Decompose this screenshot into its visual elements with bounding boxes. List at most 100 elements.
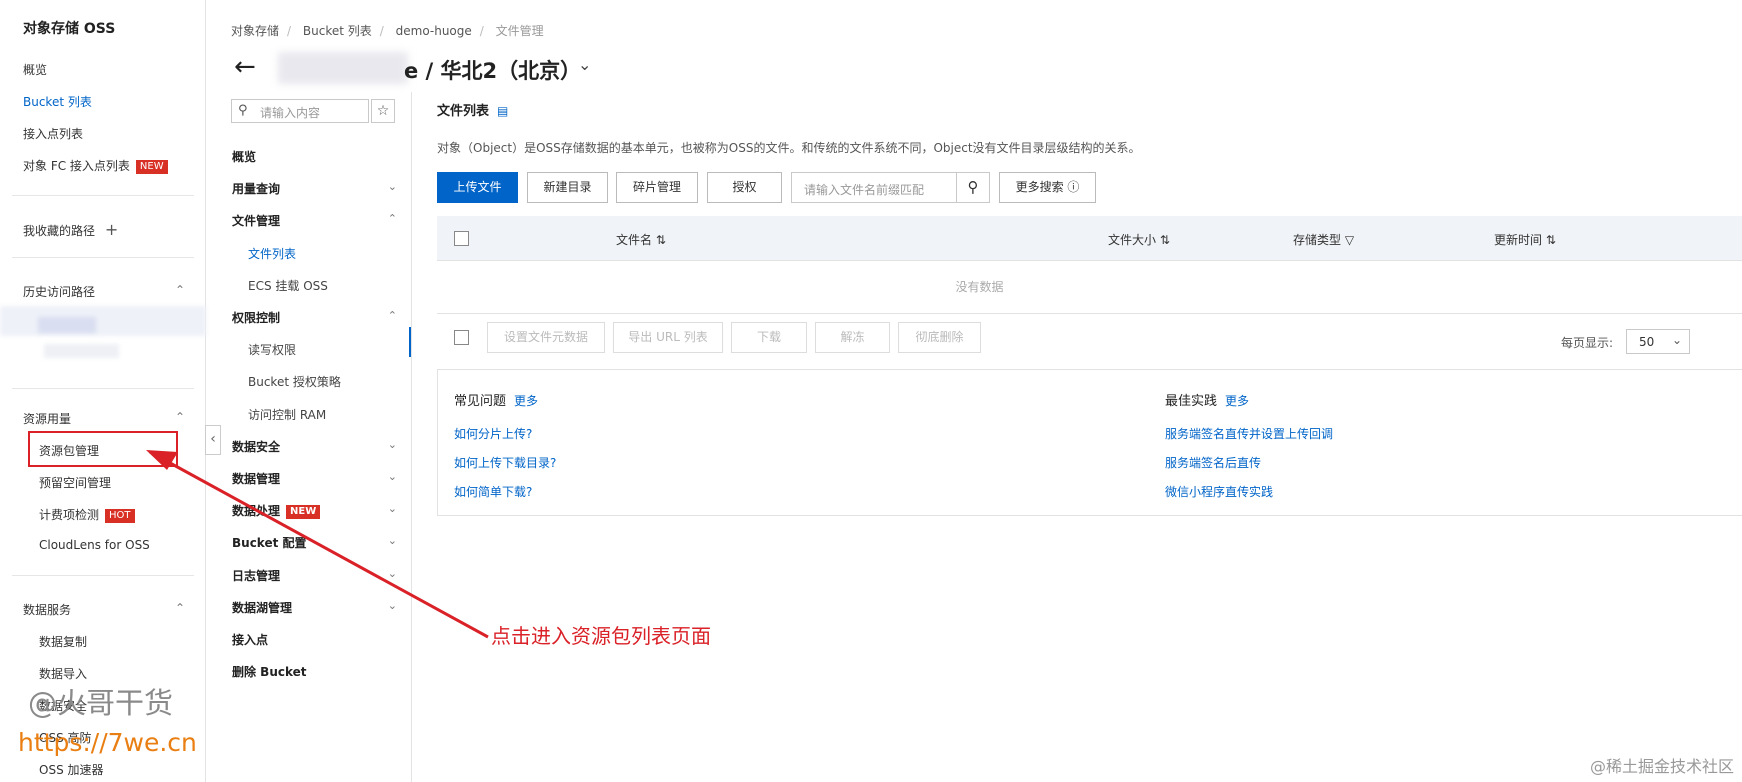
sidebar-section-resource[interactable]: 资源用量: [23, 410, 71, 427]
subnav-item[interactable]: 数据湖管理: [232, 599, 292, 616]
sidebar-item-reserved-space[interactable]: 预留空间管理: [39, 474, 111, 491]
subnav-item[interactable]: 权限控制: [232, 309, 280, 326]
download-button[interactable]: 下载: [731, 322, 807, 353]
bulk-select-checkbox[interactable]: [454, 330, 469, 345]
new-directory-button[interactable]: 新建目录: [527, 172, 608, 203]
best-practice-link[interactable]: 服务端签名直传并设置上传回调: [1165, 425, 1333, 442]
subnav-item[interactable]: 文件列表: [248, 245, 296, 262]
faq-link[interactable]: 如何简单下载?: [454, 483, 532, 500]
upload-file-button[interactable]: 上传文件: [437, 172, 518, 203]
sidebar-item-cloudlens[interactable]: CloudLens for OSS: [39, 538, 150, 552]
sidebar-favorites[interactable]: 我收藏的路径 +: [23, 220, 118, 239]
best-practice-more-link[interactable]: 更多: [1225, 394, 1249, 408]
column-header-filename[interactable]: 文件名 ⇅: [616, 231, 666, 248]
authorize-button[interactable]: 授权: [707, 172, 782, 203]
faq-title: 常见问题: [454, 394, 507, 409]
chevron-down-icon[interactable]: ⌄: [388, 438, 397, 451]
document-icon[interactable]: ▤: [497, 104, 508, 118]
chevron-down-icon[interactable]: ⌄: [388, 567, 397, 580]
subnav-item-label: 数据处理: [232, 504, 281, 518]
chevron-up-icon[interactable]: ⌃: [175, 601, 185, 615]
subnav-item[interactable]: 用量查询: [232, 180, 280, 197]
fragment-management-button[interactable]: 碎片管理: [616, 172, 698, 203]
history-label: 历史访问路径: [23, 285, 96, 299]
chevron-up-icon[interactable]: ⌃: [175, 283, 185, 297]
chevron-down-icon[interactable]: ⌄: [388, 599, 397, 612]
faq-link[interactable]: 如何上传下载目录?: [454, 454, 556, 471]
search-icon[interactable]: ⚲: [956, 172, 990, 203]
collapse-nav-icon[interactable]: ‹: [205, 425, 221, 455]
breadcrumb-item[interactable]: demo-huoge: [396, 24, 472, 38]
sidebar-history[interactable]: 历史访问路径: [23, 283, 95, 300]
set-metadata-button[interactable]: 设置文件元数据: [487, 322, 605, 353]
subnav-item[interactable]: 访问控制 RAM: [248, 406, 326, 423]
section-title-text: 文件列表: [437, 104, 490, 119]
section-label: 数据服务: [23, 603, 72, 617]
chevron-up-icon[interactable]: ⌃: [388, 309, 397, 322]
select-all-checkbox[interactable]: [454, 231, 469, 246]
sidebar-item-access-points[interactable]: 接入点列表: [23, 125, 83, 142]
best-practice-link[interactable]: 服务端签名后直传: [1165, 454, 1261, 471]
subnav-item[interactable]: 日志管理: [232, 567, 280, 584]
permanent-delete-button[interactable]: 彻底删除: [898, 322, 981, 353]
sidebar-item-fc-access-points[interactable]: 对象 FC 接入点列表 NEW: [23, 157, 168, 174]
unfreeze-button[interactable]: 解冻: [815, 322, 890, 353]
chevron-up-icon[interactable]: ⌃: [175, 410, 185, 424]
faq-more-link[interactable]: 更多: [514, 394, 538, 408]
sidebar-item-label: 计费项检测: [39, 508, 100, 522]
subnav-item[interactable]: 文件管理: [232, 212, 280, 229]
sidebar-item-label: OSS 加速器: [39, 763, 104, 777]
chevron-down-icon[interactable]: ⌄: [388, 470, 397, 483]
column-header-size[interactable]: 文件大小 ⇅: [1108, 231, 1170, 248]
sidebar-item-label: 接入点列表: [23, 127, 84, 141]
sidebar-item-data-replication[interactable]: 数据复制: [39, 633, 87, 650]
subnav-search-input[interactable]: ⚲ 请输入内容: [231, 99, 369, 123]
per-page-select[interactable]: 50 ⌄: [1626, 329, 1690, 354]
faq-link[interactable]: 如何分片上传?: [454, 425, 532, 442]
sidebar-section-data-service[interactable]: 数据服务: [23, 601, 71, 618]
subnav-item[interactable]: Bucket 配置: [232, 534, 307, 551]
new-badge: NEW: [286, 505, 321, 519]
column-header-storage-class[interactable]: 存储类型 ▽: [1293, 231, 1354, 248]
best-practice-link[interactable]: 微信小程序直传实践: [1165, 483, 1273, 500]
chevron-up-icon[interactable]: ⌃: [388, 212, 397, 225]
subnav-item-label: 概览: [232, 150, 257, 164]
annotation-highlight-box: [28, 431, 178, 467]
subnav-item[interactable]: 数据管理: [232, 470, 280, 487]
subnav-item[interactable]: 数据安全: [232, 438, 280, 455]
subnav-item-label: 数据安全: [232, 440, 281, 454]
sidebar-item-overview[interactable]: 概览: [23, 61, 47, 78]
sidebar-item-oss-accelerator[interactable]: OSS 加速器: [39, 761, 104, 778]
back-arrow-icon[interactable]: ←: [234, 52, 256, 82]
chevron-down-icon: ⌄: [1671, 333, 1682, 347]
faq-header: 常见问题 更多: [454, 390, 538, 409]
subnav-item[interactable]: 概览: [232, 148, 256, 165]
chevron-down-icon[interactable]: ⌄: [388, 502, 397, 515]
subnav-item[interactable]: 数据处理 NEW: [232, 502, 321, 519]
favorites-label: 我收藏的路径: [23, 224, 96, 238]
chevron-down-icon[interactable]: ⌄: [578, 55, 591, 74]
subnav-item-label: 权限控制: [232, 311, 281, 325]
chevron-down-icon[interactable]: ⌄: [388, 180, 397, 193]
chevron-down-icon[interactable]: ⌄: [388, 534, 397, 547]
file-prefix-search-input[interactable]: 请输入文件名前缀匹配: [791, 172, 957, 203]
sidebar-item-label: Bucket 列表: [23, 95, 92, 109]
subnav-item[interactable]: 接入点: [232, 631, 268, 648]
subnav-item[interactable]: Bucket 授权策略: [248, 373, 341, 390]
section-label: 资源用量: [23, 412, 72, 426]
sidebar-item-bucket-list[interactable]: Bucket 列表: [23, 93, 92, 110]
breadcrumb-item[interactable]: Bucket 列表: [303, 24, 372, 38]
column-header-updated[interactable]: 更新时间 ⇅: [1494, 231, 1556, 248]
export-url-button[interactable]: 导出 URL 列表: [613, 322, 723, 353]
subnav-item[interactable]: 删除 Bucket: [232, 663, 307, 680]
sidebar-item-billing-check[interactable]: 计费项检测 HOT: [39, 506, 135, 523]
star-icon[interactable]: ☆: [371, 99, 395, 123]
more-search-button[interactable]: 更多搜索 ⓘ: [999, 172, 1096, 203]
divider: [12, 257, 194, 258]
add-favorite-icon[interactable]: +: [105, 220, 118, 239]
breadcrumb-item[interactable]: 对象存储: [231, 24, 279, 38]
subnav-item[interactable]: 读写权限: [248, 341, 296, 358]
subnav-item[interactable]: ECS 挂载 OSS: [248, 277, 328, 294]
subnav-item-label: 文件列表: [248, 247, 297, 261]
blurred-history-entry[interactable]: [0, 306, 206, 336]
